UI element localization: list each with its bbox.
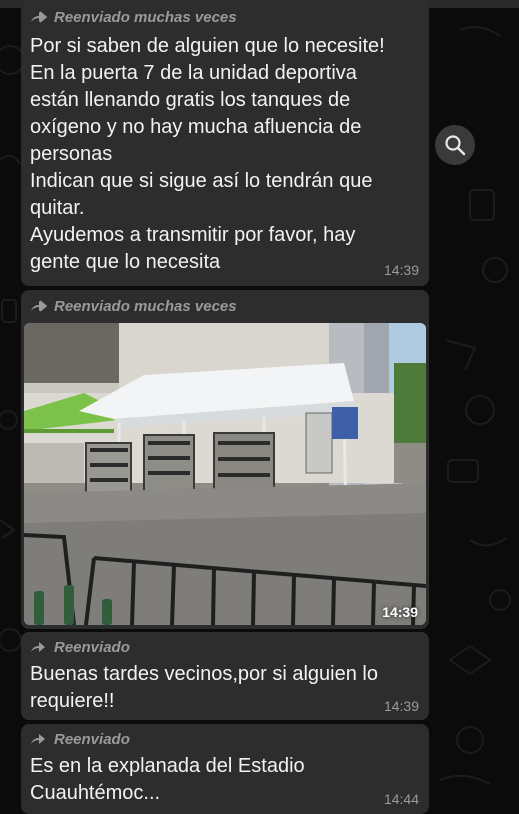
message-bubble[interactable]: Reenviado Buenas tardes vecinos,por si a… xyxy=(21,632,429,720)
forwarded-header: Reenviado xyxy=(30,729,419,749)
message-text: Es en la explanada del Estadio Cuauhtémo… xyxy=(30,753,422,807)
message-bubble[interactable]: Reenviado muchas veces Por si saben de a… xyxy=(21,0,429,286)
forwarded-label: Reenviado xyxy=(54,638,130,656)
message-line: están llenando gratis los tanques de xyxy=(30,89,351,111)
forwarded-header: Reenviado muchas veces xyxy=(30,7,419,27)
forwarded-label: Reenviado muchas veces xyxy=(54,8,237,26)
search-button[interactable] xyxy=(435,125,475,165)
message-line: Ayudemos a transmitir por favor, hay xyxy=(30,224,356,246)
message-line: Indican que si sigue así lo tendrán que xyxy=(30,170,373,192)
message-line: Por si saben de alguien que lo necesite! xyxy=(30,35,385,57)
message-line: En la puerta 7 de la unidad deportiva xyxy=(30,62,357,84)
message-line: personas xyxy=(30,143,113,165)
photo-image xyxy=(24,323,426,625)
message-text: Buenas tardes vecinos,por si alguien lo … xyxy=(30,661,422,715)
message-text: Por si saben de alguien que lo necesite!… xyxy=(30,33,422,276)
forwarded-label: Reenviado xyxy=(54,730,130,748)
photo-time: 14:39 xyxy=(382,604,418,620)
message-time: 14:39 xyxy=(383,262,419,278)
forwarded-label: Reenviado muchas veces xyxy=(54,297,237,315)
forwarded-icon xyxy=(31,642,45,652)
message-line: gente que lo necesita xyxy=(30,251,221,273)
forwarded-many-icon xyxy=(31,11,48,23)
message-line: Es en la explanada del Estadio xyxy=(30,755,305,777)
message-photo[interactable]: 14:39 xyxy=(24,323,426,625)
message-bubble[interactable]: Reenviado Es en la explanada del Estadio… xyxy=(21,724,429,814)
forwarded-header: Reenviado muchas veces xyxy=(30,296,425,316)
message-line: Cuauhtémoc... xyxy=(30,782,161,804)
message-line: requiere!! xyxy=(30,690,115,712)
message-line: quitar. xyxy=(30,197,85,219)
forwarded-icon xyxy=(31,734,45,744)
message-line: oxígeno y no hay mucha afluencia de xyxy=(30,116,362,138)
message-line: Buenas tardes vecinos,por si alguien lo xyxy=(30,663,378,685)
forwarded-header: Reenviado xyxy=(30,637,419,657)
forwarded-many-icon xyxy=(31,300,48,312)
message-time: 14:44 xyxy=(383,791,419,807)
message-bubble-photo[interactable]: Reenviado muchas veces 14:39 xyxy=(21,290,429,629)
message-time: 14:39 xyxy=(383,698,419,714)
search-icon xyxy=(445,135,466,156)
